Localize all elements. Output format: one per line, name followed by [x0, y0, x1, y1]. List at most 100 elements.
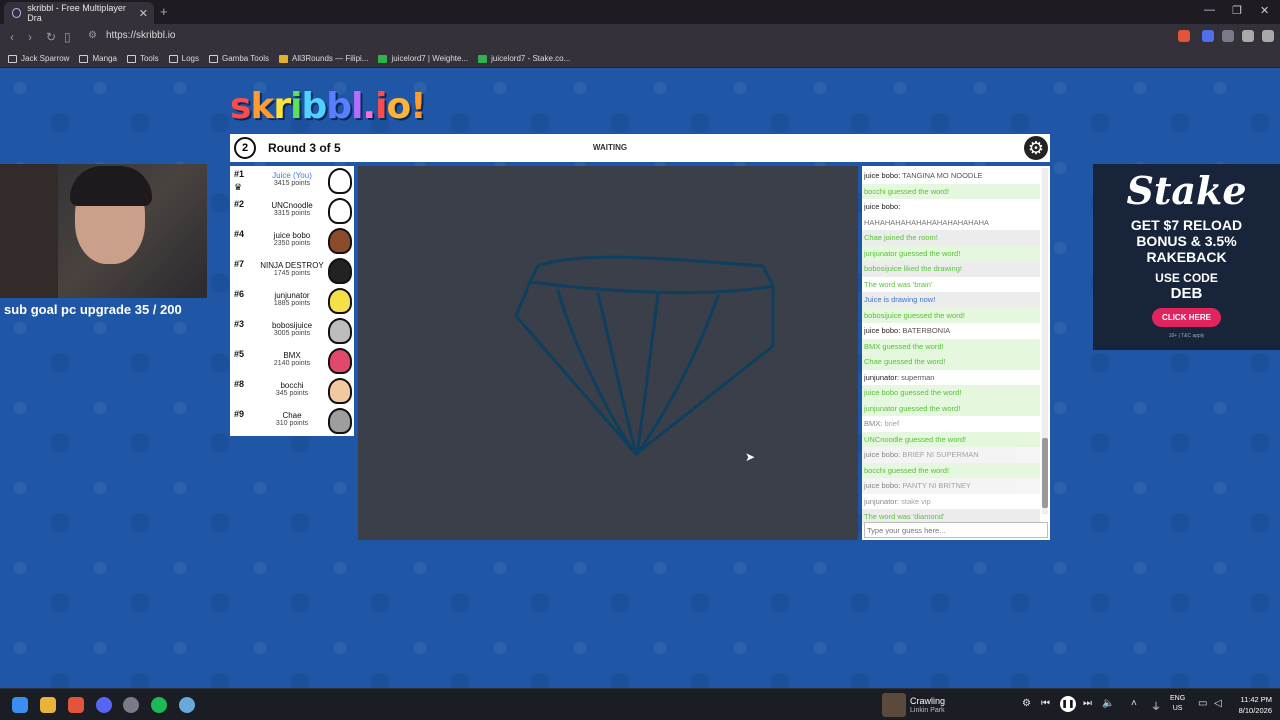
maximize-icon[interactable]: ❐ — [1232, 4, 1242, 17]
tab-title: skribbl - Free Multiplayer Dra — [27, 3, 126, 23]
player-points: 3315 points — [273, 210, 311, 217]
chat-author: junjunator: — [864, 496, 900, 506]
bookmark-item[interactable]: juicelord7 - Stake.co... — [478, 54, 570, 63]
tab-close-icon[interactable]: ✕ — [139, 7, 148, 20]
minimize-icon[interactable]: — — [1204, 4, 1215, 16]
player-points: 3005 points — [273, 330, 311, 337]
chevron-up-icon[interactable]: ˄ — [1131, 698, 1137, 709]
window-close-icon[interactable]: ✕ — [1260, 4, 1269, 17]
media-settings-icon[interactable]: ⚙ — [1022, 698, 1031, 709]
chat-text: BRIEF NI SUPERMAN — [902, 450, 979, 459]
file-explorer-icon[interactable] — [40, 697, 56, 713]
bookmark-icon[interactable]: ▯ — [64, 30, 71, 44]
chat-panel: juice bobo: TANGINA MO NOODLE bocchi gues… — [862, 166, 1050, 540]
skribbl-logo: skribbl.io! — [230, 86, 427, 127]
player-row[interactable]: #4 juice bobo 2350 points — [230, 226, 354, 256]
bookmark-item[interactable]: Gamba Tools — [208, 54, 269, 63]
player-row[interactable]: #2 UNCnoodle 3315 points — [230, 196, 354, 226]
bookmark-item[interactable]: All3Rounds — Filipi... — [278, 54, 368, 63]
brave-shield-icon[interactable] — [1178, 30, 1190, 42]
network-icon[interactable]: ▭ — [1198, 698, 1207, 709]
chat-message: HAHAHAHAHAHAHAHAHAHAHAHA — [864, 217, 990, 227]
player-row[interactable]: #7 NINJA DESTROY 1745 points — [230, 256, 354, 286]
bookmarks-bar: Jack Sparrow Manga Tools Logs Gamba Tools All… — [0, 50, 1280, 68]
player-rank: #2 — [234, 199, 245, 209]
language-indicator[interactable]: ENG US — [1170, 694, 1185, 714]
stake-ad[interactable]: Stake GET $7 RELOAD BONUS & 3.5% RAKEBACK … — [1093, 164, 1280, 350]
player-name: BMX — [283, 351, 301, 360]
chat-message: Juice is drawing now! — [862, 292, 1040, 308]
chat-message: The word was 'brain' — [864, 279, 933, 289]
windows-start-icon[interactable] — [12, 697, 28, 713]
sub-goal-text: sub goal pc upgrade 35 / 200 — [4, 302, 182, 317]
player-points: 1885 points — [273, 300, 311, 307]
bookmark-item[interactable]: Manga — [79, 54, 117, 63]
chat-message: juice bobo: — [862, 199, 1040, 215]
player-avatar — [328, 318, 352, 344]
player-points: 3415 points — [273, 180, 311, 187]
chat-author: juice bobo: — [864, 326, 901, 335]
player-rank: #5 — [234, 349, 245, 359]
new-tab-icon[interactable]: + — [160, 4, 168, 19]
speaker-icon[interactable]: ◁ — [1214, 698, 1222, 709]
player-row[interactable]: #1 ♛ Juice (You) 3415 points — [230, 166, 354, 196]
folder-icon — [208, 54, 218, 63]
hamburger-icon[interactable] — [1262, 30, 1274, 42]
chat-scrollbar[interactable] — [1042, 168, 1048, 514]
browser-tab[interactable]: skribbl - Free Multiplayer Dra ✕ — [4, 2, 154, 24]
address-bar: ‹ › ↻ ▯ ⚙ https://skribbl.io — [0, 24, 1280, 50]
player-name: junjunator — [274, 291, 310, 300]
ad-code: DEB — [1170, 285, 1203, 302]
settings-icon[interactable] — [123, 697, 139, 713]
media-widget[interactable]: Crawling Linkin Park — [882, 691, 1018, 719]
player-row[interactable]: #9 Chae 310 points — [230, 406, 354, 436]
wallet-icon[interactable] — [1222, 30, 1234, 42]
player-row[interactable]: #6 junjunator 1885 points — [230, 286, 354, 316]
chat-message: BMX: brief — [862, 416, 1040, 432]
bookmark-item[interactable]: Logs — [168, 54, 199, 63]
drawing-canvas[interactable] — [358, 166, 858, 540]
system-clock[interactable]: 11:42 PM 8/10/2026 — [1232, 694, 1272, 716]
brave-browser-icon[interactable] — [68, 697, 84, 713]
url-field[interactable]: https://skribbl.io — [106, 30, 175, 41]
discord-icon[interactable] — [96, 697, 112, 713]
chat-author: juice bobo: — [864, 450, 901, 459]
chat-message: juice bobo: PANTY NI BRITNEY — [862, 478, 1040, 494]
microphone-icon[interactable]: ⏚ — [1151, 698, 1161, 713]
volume-icon[interactable]: 🔈 — [1102, 698, 1114, 709]
pause-icon[interactable]: ❚❚ — [1060, 696, 1076, 712]
player-row[interactable]: #3 bobosijuice 3005 points — [230, 316, 354, 346]
spotify-icon[interactable] — [151, 697, 167, 713]
bookmark-label: juicelord7 | Weighte... — [391, 54, 469, 63]
reload-icon[interactable]: ↻ — [46, 30, 56, 44]
player-row[interactable]: #5 BMX 2140 points — [230, 346, 354, 376]
menu-icon[interactable] — [1242, 30, 1254, 42]
song-artist: Linkin Park — [910, 707, 945, 714]
guess-input[interactable] — [864, 522, 1048, 538]
chat-text: BATERBONIA — [902, 326, 951, 335]
bookmark-item[interactable]: juicelord7 | Weighte... — [378, 54, 468, 63]
player-points: 310 points — [275, 420, 309, 427]
player-rank: #9 — [234, 409, 245, 419]
bookmark-item[interactable]: Jack Sparrow — [8, 54, 69, 63]
chat-message: bocchi guessed the word! — [862, 462, 1040, 478]
folder-icon — [126, 54, 136, 63]
previous-track-icon[interactable]: ⏮ — [1041, 698, 1050, 709]
player-rank: #6 — [234, 289, 245, 299]
bookmark-item[interactable]: Tools — [126, 54, 159, 63]
forward-icon[interactable]: › — [28, 30, 32, 44]
settings-gear-icon[interactable]: ⚙ — [1024, 136, 1048, 160]
player-avatar — [328, 378, 352, 404]
back-icon[interactable]: ‹ — [10, 30, 14, 44]
webcam-overlay — [0, 164, 207, 298]
site-info-icon[interactable]: ⚙ — [88, 30, 97, 41]
chat-message: junjunator: stake vip — [862, 494, 1040, 510]
extension-icon[interactable] — [1202, 30, 1214, 42]
telegram-icon[interactable] — [179, 697, 195, 713]
player-points: 2140 points — [273, 360, 311, 367]
next-track-icon[interactable]: ⏭ — [1083, 698, 1092, 709]
chat-message: Chae guessed the word! — [862, 354, 1040, 370]
player-name: Chae — [282, 411, 302, 420]
ad-click-here-button[interactable]: CLICK HERE — [1152, 308, 1221, 327]
player-row[interactable]: #8 bocchi 345 points — [230, 376, 354, 406]
